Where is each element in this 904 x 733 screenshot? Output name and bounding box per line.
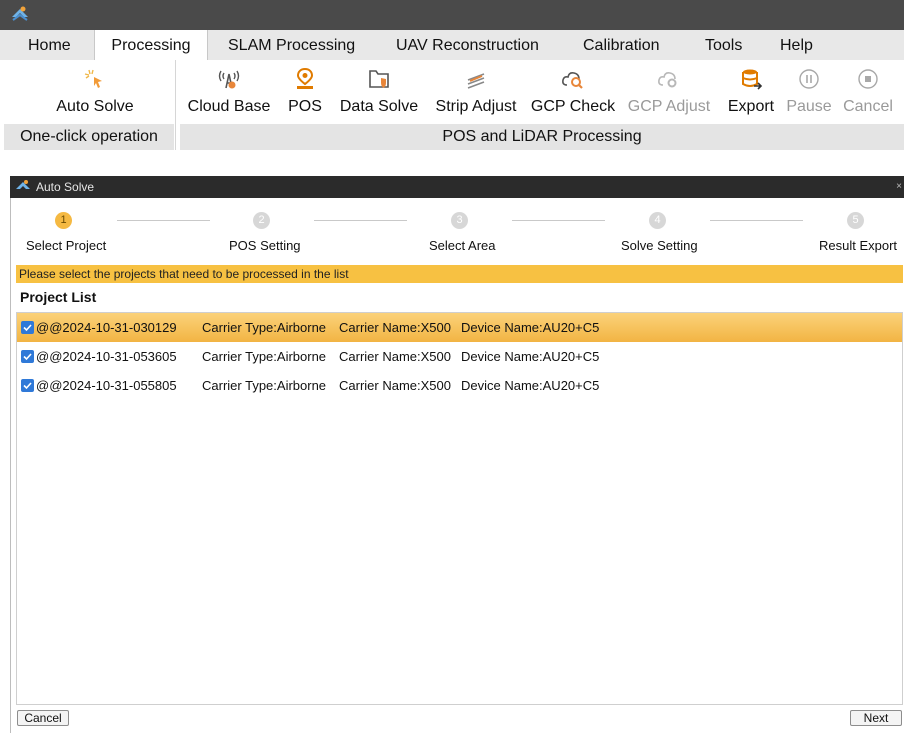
tab-home[interactable]: Home — [28, 30, 71, 60]
step-connector — [512, 220, 605, 221]
pos-button[interactable]: POS — [284, 60, 326, 124]
pause-button[interactable]: Pause — [785, 60, 833, 124]
auto-solve-label: Auto Solve — [56, 98, 134, 115]
group-pos-lidar-label: POS and LiDAR Processing — [180, 124, 904, 150]
project-row[interactable]: @@2024-10-31-055805 Carrier Type:Airborn… — [17, 371, 902, 400]
project-row[interactable]: @@2024-10-31-030129 Carrier Type:Airborn… — [17, 313, 902, 342]
folder-shield-icon — [369, 70, 389, 88]
project-name: @@2024-10-31-030129 — [36, 320, 177, 335]
step-4-label: Solve Setting — [621, 238, 698, 253]
stop-icon — [858, 69, 878, 89]
app-titlebar — [0, 0, 904, 30]
ribbon-separator — [175, 60, 176, 150]
app-logo-icon — [12, 6, 28, 21]
cloud-base-button[interactable]: Cloud Base — [183, 60, 275, 124]
project-list-title: Project List — [20, 289, 97, 305]
strip-adjust-label: Strip Adjust — [435, 98, 517, 115]
location-pin-icon — [296, 68, 314, 89]
group-one-click-label: One-click operation — [4, 124, 174, 150]
cursor-sparkle-icon — [84, 69, 102, 88]
tab-calibration[interactable]: Calibration — [583, 30, 659, 60]
step-5-indicator: 5 — [847, 212, 864, 229]
carrier-type: Carrier Type:Airborne — [202, 378, 327, 393]
step-connector — [117, 220, 210, 221]
dialog-titlebar: Auto Solve × — [10, 176, 904, 198]
project-name: @@2024-10-31-053605 — [36, 349, 177, 364]
checkmark-icon — [23, 353, 32, 361]
auto-solve-button[interactable]: Auto Solve — [45, 60, 145, 124]
strip-adjust-button[interactable]: Strip Adjust — [428, 60, 524, 124]
carrier-name: Carrier Name:X500 — [339, 378, 451, 393]
cloud-search-icon — [562, 72, 583, 89]
device-name: Device Name:AU20+C5 — [461, 320, 600, 335]
dialog-close-icon[interactable]: × — [896, 176, 902, 198]
export-label: Export — [727, 98, 775, 115]
step-connector — [314, 220, 407, 221]
step-3-label: Select Area — [429, 238, 496, 253]
data-solve-button[interactable]: Data Solve — [334, 60, 424, 124]
tab-tools[interactable]: Tools — [705, 30, 742, 60]
export-button[interactable]: Export — [723, 60, 779, 124]
dialog-app-icon — [16, 180, 30, 189]
device-name: Device Name:AU20+C5 — [461, 349, 600, 364]
cancel-ribbon-button[interactable]: Cancel — [840, 60, 896, 124]
step-2-label: POS Setting — [229, 238, 301, 253]
antenna-signal-icon — [218, 70, 240, 89]
step-connector — [710, 220, 803, 221]
pause-icon — [799, 69, 819, 89]
device-name: Device Name:AU20+C5 — [461, 378, 600, 393]
step-2-indicator: 2 — [253, 212, 270, 229]
cloud-gear-icon — [658, 72, 677, 88]
project-checkbox[interactable] — [21, 321, 34, 334]
carrier-type: Carrier Type:Airborne — [202, 349, 327, 364]
gcp-adjust-label: GCP Adjust — [627, 98, 711, 115]
cancel-ribbon-label: Cancel — [843, 98, 893, 115]
gcp-check-label: GCP Check — [530, 98, 616, 115]
pause-label: Pause — [786, 98, 832, 115]
dialog-title: Auto Solve — [36, 180, 95, 194]
project-name: @@2024-10-31-055805 — [36, 378, 177, 393]
project-checkbox[interactable] — [21, 379, 34, 392]
checkmark-icon — [23, 382, 32, 390]
tab-processing[interactable]: Processing — [94, 30, 208, 60]
data-solve-label: Data Solve — [339, 98, 419, 115]
step-3-indicator: 3 — [451, 212, 468, 229]
project-checkbox[interactable] — [21, 350, 34, 363]
next-button[interactable]: Next — [850, 710, 902, 726]
cancel-button[interactable]: Cancel — [17, 710, 69, 726]
gcp-adjust-button[interactable]: GCP Adjust — [623, 60, 715, 124]
tab-slam-processing[interactable]: SLAM Processing — [228, 30, 355, 60]
checkmark-icon — [23, 324, 32, 332]
carrier-name: Carrier Name:X500 — [339, 349, 451, 364]
database-export-icon — [742, 69, 763, 90]
instruction-banner: Please select the projects that need to … — [16, 265, 903, 283]
step-4-indicator: 4 — [649, 212, 666, 229]
tab-uav-reconstruction[interactable]: UAV Reconstruction — [396, 30, 539, 60]
strip-lines-icon — [467, 73, 485, 89]
step-1-indicator: 1 — [55, 212, 72, 229]
pos-label: POS — [288, 98, 322, 115]
menu-bar: Home Processing SLAM Processing UAV Reco… — [0, 30, 904, 60]
carrier-type: Carrier Type:Airborne — [202, 320, 327, 335]
step-5-label: Result Export — [819, 238, 898, 253]
carrier-name: Carrier Name:X500 — [339, 320, 451, 335]
step-1-label: Select Project — [26, 238, 107, 253]
gcp-check-button[interactable]: GCP Check — [529, 60, 617, 124]
project-row[interactable]: @@2024-10-31-053605 Carrier Type:Airborn… — [17, 342, 902, 371]
cloud-base-label: Cloud Base — [187, 98, 271, 115]
tab-help[interactable]: Help — [780, 30, 813, 60]
